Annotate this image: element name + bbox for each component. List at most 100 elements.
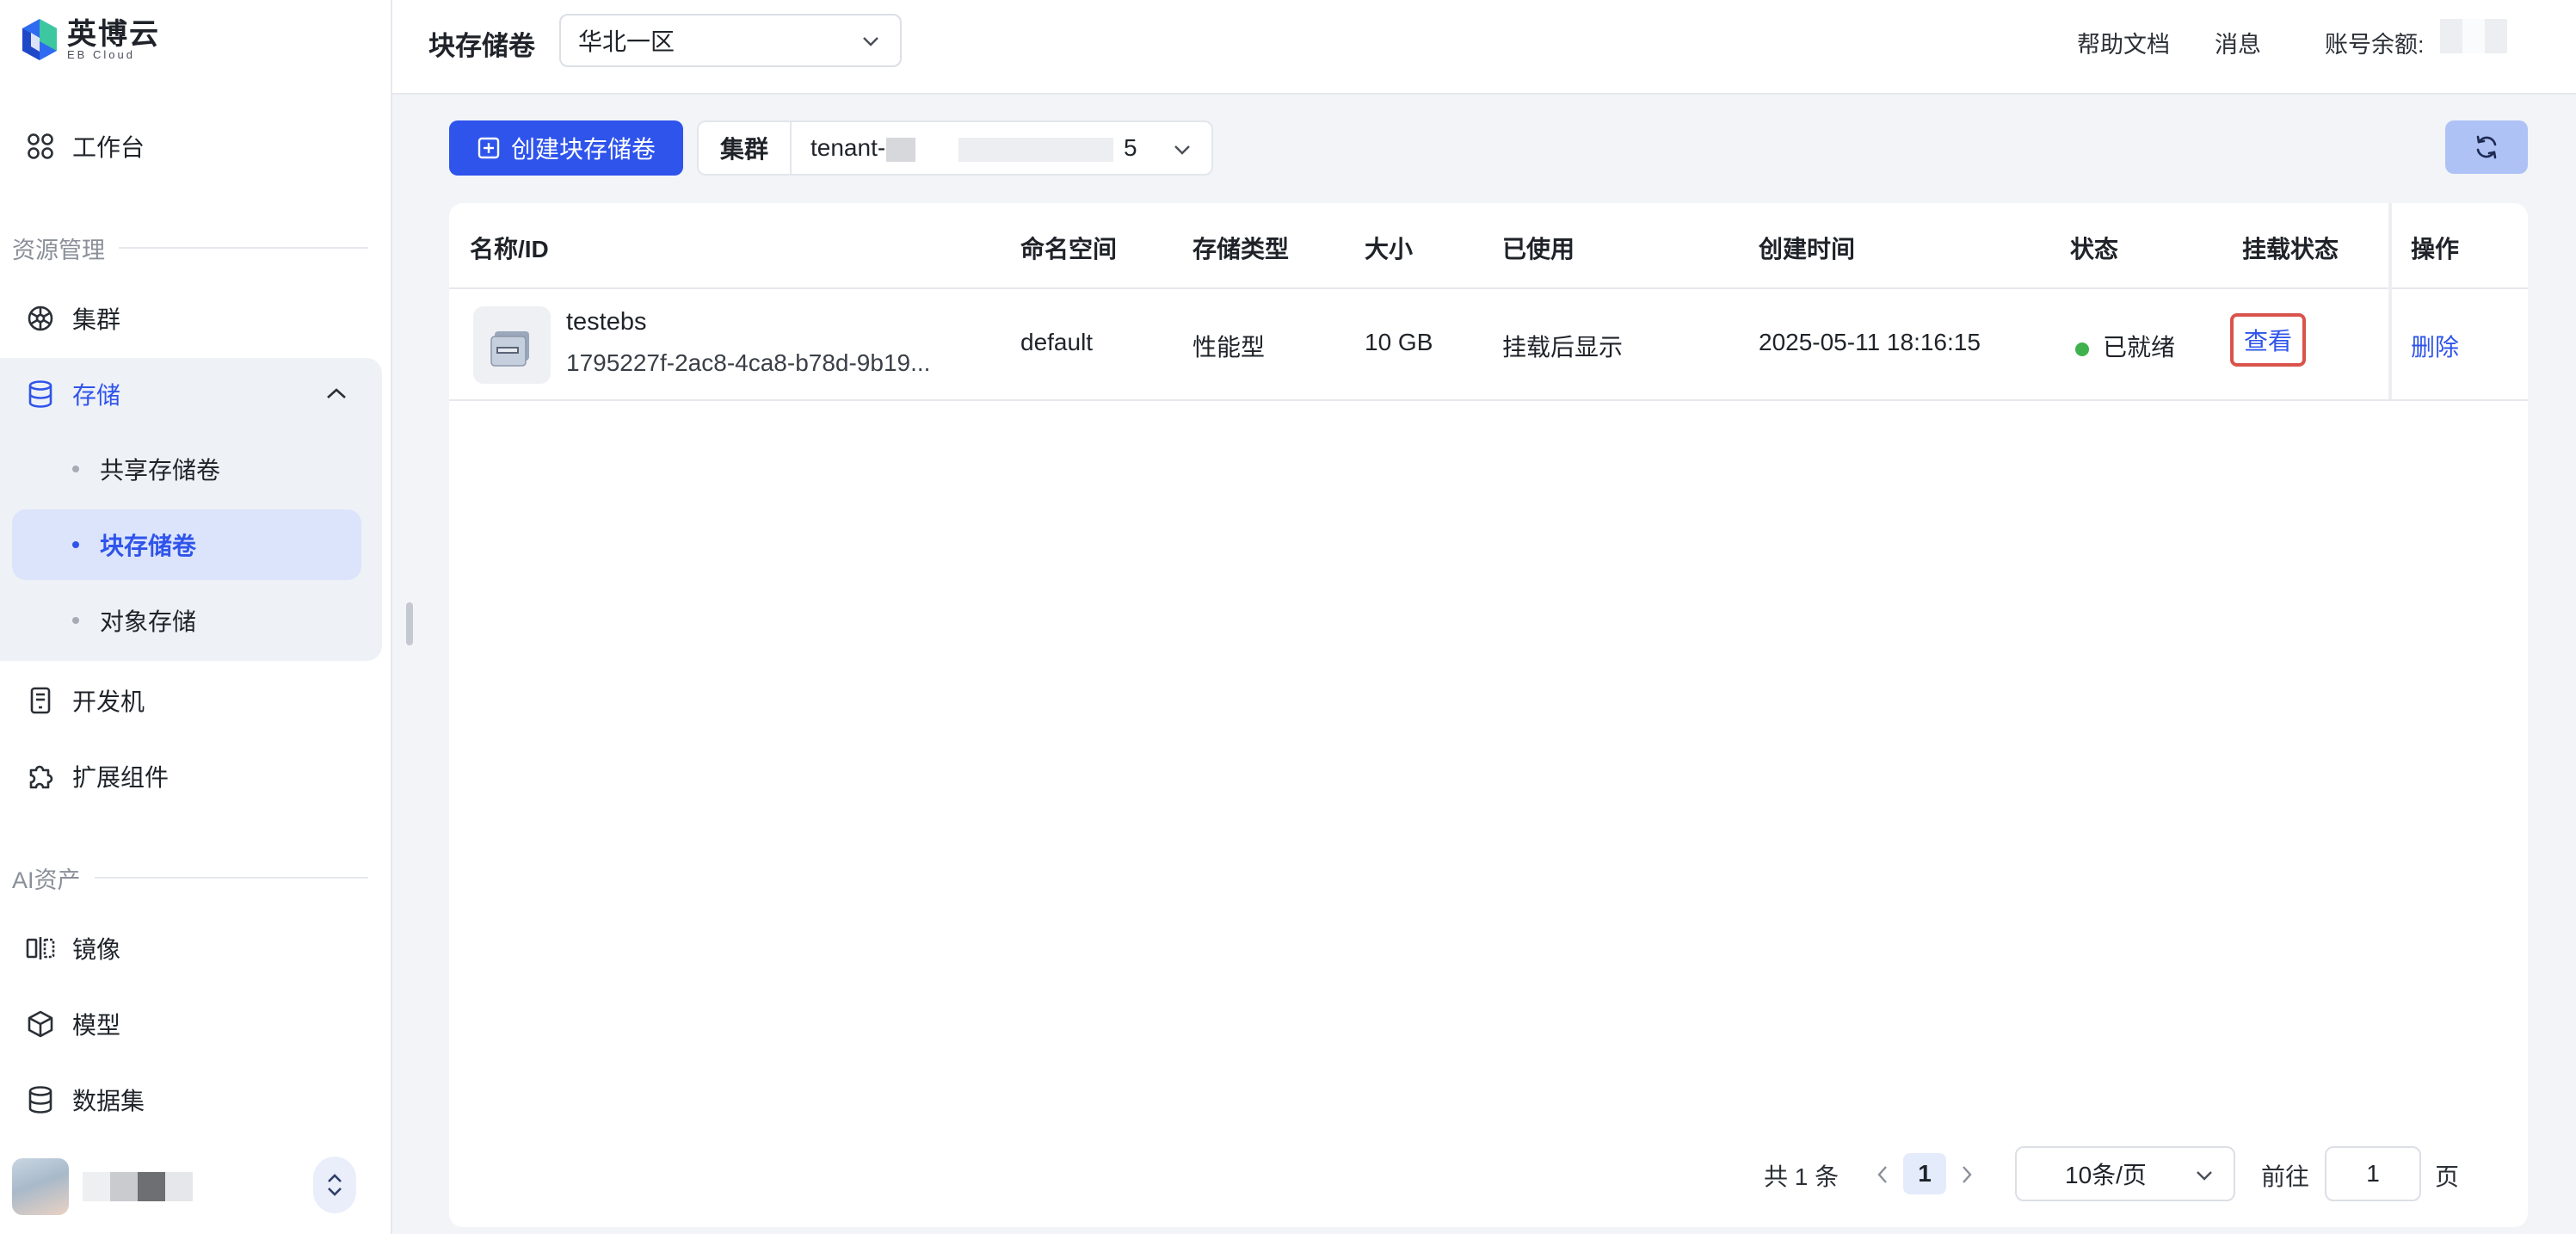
create-button-label: 创建块存储卷 bbox=[510, 136, 656, 163]
cluster-redacted bbox=[958, 138, 1113, 162]
volume-thumbnail-icon bbox=[473, 306, 551, 384]
volume-table-card: 名称/ID 命名空间 存储类型 大小 已使用 创建时间 状态 挂载状态 操作 t… bbox=[449, 203, 2528, 1227]
col-namespace: 命名空间 bbox=[1020, 236, 1118, 262]
status-ready-dot bbox=[2075, 342, 2089, 356]
delete-link[interactable]: 删除 bbox=[2411, 329, 2459, 363]
volume-size: 10 GB bbox=[1365, 329, 1433, 355]
sidebar-item-shared-volume[interactable]: 共享存储卷 bbox=[12, 434, 361, 504]
sidebar-item-storage[interactable]: 存储 bbox=[12, 363, 384, 425]
volume-created-time: 2025-05-11 18:16:15 bbox=[1759, 329, 1981, 355]
sidebar-item-image[interactable]: 镜像 bbox=[12, 917, 384, 979]
sidebar-item-label: 数据集 bbox=[72, 1088, 145, 1114]
bullet-icon bbox=[72, 466, 79, 472]
col-storage-type: 存储类型 bbox=[1192, 236, 1290, 262]
table-row: testebs 1795227f-2ac8-4ca8-b78d-9b19... … bbox=[449, 289, 2528, 401]
brand-logo[interactable]: 英博云 EB Cloud bbox=[21, 17, 160, 62]
sidebar-item-label: 对象存储 bbox=[100, 608, 197, 635]
section-divider bbox=[94, 877, 368, 879]
sidebar-item-label: 模型 bbox=[72, 1012, 121, 1039]
chevron-down-icon bbox=[2197, 1171, 2212, 1181]
col-used: 已使用 bbox=[1502, 236, 1575, 262]
top-header: 块存储卷 华北一区 帮助文档 消息 账号余额: bbox=[392, 0, 2576, 95]
section-label: 资源管理 bbox=[12, 237, 105, 263]
status-badge: 已就绪 bbox=[2075, 329, 2175, 363]
section-ai-assets: AI资产 bbox=[12, 861, 368, 895]
cluster-select[interactable]: tenant- 5 bbox=[792, 122, 1211, 174]
mirror-icon bbox=[26, 937, 55, 959]
sidebar-item-extensions[interactable]: 扩展组件 bbox=[12, 745, 384, 807]
pagination-current-page[interactable]: 1 bbox=[1903, 1153, 1946, 1194]
col-status: 状态 bbox=[2070, 236, 2119, 262]
database-icon bbox=[28, 380, 52, 408]
goto-page-input[interactable] bbox=[2325, 1146, 2421, 1201]
page-size-select[interactable]: 10条/页 bbox=[2015, 1146, 2235, 1201]
account-balance-label[interactable]: 账号余额: bbox=[2325, 26, 2425, 59]
refresh-button[interactable] bbox=[2445, 120, 2528, 174]
logo-mark-icon bbox=[22, 19, 57, 60]
sidebar-item-label: 扩展组件 bbox=[72, 764, 169, 791]
status-text: 已就绪 bbox=[2103, 334, 2176, 361]
volume-id: 1795227f-2ac8-4ca8-b78d-9b19... bbox=[566, 349, 931, 376]
goto-label: 前往 bbox=[2261, 1163, 2310, 1190]
cluster-value-suffix: 5 bbox=[1124, 134, 1137, 161]
messages-link[interactable]: 消息 bbox=[2215, 26, 2261, 59]
chevron-down-icon bbox=[1174, 145, 1190, 155]
plus-square-icon bbox=[478, 137, 500, 159]
section-label: AI资产 bbox=[12, 867, 81, 893]
view-mount-status-link[interactable]: 查看 bbox=[2230, 313, 2306, 367]
brand-name: 英博云 bbox=[67, 18, 160, 51]
cluster-value-prefix: tenant- bbox=[810, 134, 886, 161]
section-divider bbox=[119, 247, 368, 249]
volume-storage-type: 性能型 bbox=[1192, 334, 1266, 361]
sidebar-resize-handle[interactable] bbox=[406, 602, 413, 645]
sidebar-item-devbox[interactable]: 开发机 bbox=[12, 669, 384, 731]
cube-icon bbox=[28, 1010, 53, 1038]
sidebar-item-label: 工作台 bbox=[72, 134, 145, 161]
table-header: 名称/ID 命名空间 存储类型 大小 已使用 创建时间 状态 挂载状态 操作 bbox=[449, 203, 2528, 289]
page-size-value: 10条/页 bbox=[2065, 1162, 2147, 1188]
sidebar-item-workbench[interactable]: 工作台 bbox=[12, 115, 384, 177]
sidebar-item-label: 镜像 bbox=[72, 936, 121, 963]
cluster-filter-tag: 集群 bbox=[699, 122, 792, 174]
bullet-icon bbox=[72, 617, 79, 624]
sidebar-item-object-storage[interactable]: 对象存储 bbox=[12, 585, 361, 656]
col-name: 名称/ID bbox=[470, 236, 549, 262]
sidebar-item-label: 开发机 bbox=[72, 688, 145, 715]
sidebar-item-block-volume[interactable]: 块存储卷 bbox=[12, 509, 361, 580]
dataset-icon bbox=[28, 1086, 52, 1114]
sidebar-item-label: 存储 bbox=[72, 382, 121, 409]
chevron-down-icon bbox=[863, 37, 878, 46]
page-unit-label: 页 bbox=[2435, 1163, 2460, 1190]
workbench-icon bbox=[28, 133, 53, 159]
balance-redacted bbox=[2440, 19, 2507, 53]
sidebar-item-dataset[interactable]: 数据集 bbox=[12, 1069, 384, 1131]
brand-name-en: EB Cloud bbox=[67, 48, 135, 61]
username-redacted bbox=[83, 1172, 193, 1201]
puzzle-icon bbox=[29, 765, 53, 789]
devbox-icon bbox=[30, 687, 51, 714]
col-operations: 操作 bbox=[2411, 236, 2460, 262]
avatar bbox=[12, 1158, 69, 1215]
refresh-icon bbox=[2476, 135, 2497, 159]
account-switch-button[interactable] bbox=[313, 1157, 356, 1213]
sidebar-item-cluster[interactable]: 集群 bbox=[12, 287, 384, 349]
help-docs-link[interactable]: 帮助文档 bbox=[2077, 26, 2170, 59]
page-title: 块存储卷 bbox=[428, 31, 535, 61]
pagination-total: 共 1 条 bbox=[1764, 1163, 1840, 1190]
col-mount-status: 挂载状态 bbox=[2242, 236, 2339, 262]
volume-name[interactable]: testebs bbox=[566, 308, 647, 336]
col-created: 创建时间 bbox=[1759, 236, 1856, 262]
user-profile[interactable] bbox=[12, 1157, 365, 1217]
volume-namespace: default bbox=[1020, 329, 1094, 355]
region-select[interactable]: 华北一区 bbox=[559, 14, 902, 67]
volume-used: 挂载后显示 bbox=[1502, 334, 1624, 361]
cluster-filter[interactable]: 集群 tenant- 5 bbox=[697, 120, 1213, 176]
cluster-icon bbox=[28, 305, 53, 331]
chevron-right-icon[interactable] bbox=[1958, 1163, 1975, 1186]
section-resource-management: 资源管理 bbox=[12, 231, 368, 265]
chevron-left-icon[interactable] bbox=[1874, 1163, 1891, 1186]
region-value: 华北一区 bbox=[578, 28, 675, 55]
create-block-volume-button[interactable]: 创建块存储卷 bbox=[449, 120, 683, 176]
col-size: 大小 bbox=[1365, 236, 1414, 262]
sidebar-item-model[interactable]: 模型 bbox=[12, 993, 384, 1055]
